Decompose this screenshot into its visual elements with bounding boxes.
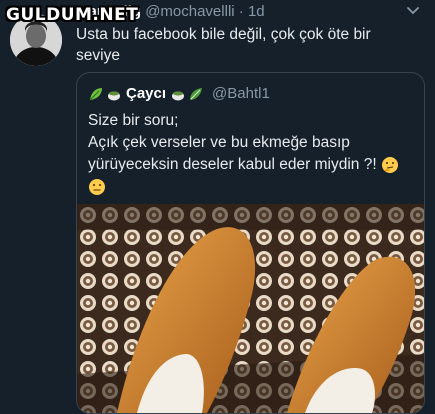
leaf-icon [89, 87, 102, 100]
header-separator: · [238, 3, 244, 20]
watermark: GULDUM.NET [6, 5, 139, 25]
quote-author-name[interactable]: Çaycı [126, 85, 166, 102]
leaf-icon [190, 87, 203, 100]
quote-text: Size bir soru; Açık çek verseler ve bu e… [88, 110, 418, 198]
thinking-face-icon [381, 156, 398, 173]
quote-author-handle[interactable]: @Bahtl1 [212, 85, 270, 102]
quote-line-2-text: Açık çek verseler ve bu ekmeğe basıp yür… [88, 134, 377, 173]
neutral-face-icon [89, 178, 105, 195]
quoted-tweet[interactable]: Çaycı @Bahtl1 Size bir soru; Açık çek ve… [76, 72, 425, 414]
tweet-time[interactable]: 1d [248, 3, 265, 20]
chevron-down-icon[interactable] [407, 6, 419, 16]
tea-cup-icon [172, 91, 185, 100]
quote-header: Çaycı @Bahtl1 [88, 85, 270, 102]
tweet-text: Usta bu facebook bile değil, çok çok öte… [76, 26, 371, 64]
bread-photo[interactable] [77, 204, 424, 413]
quote-line-2: Açık çek verseler ve bu ekmeğe basıp yür… [88, 132, 418, 176]
author-handle[interactable]: @mochavellli [145, 3, 234, 20]
tea-cup-icon [108, 91, 120, 100]
quote-line-1: Size bir soru; [88, 112, 179, 129]
